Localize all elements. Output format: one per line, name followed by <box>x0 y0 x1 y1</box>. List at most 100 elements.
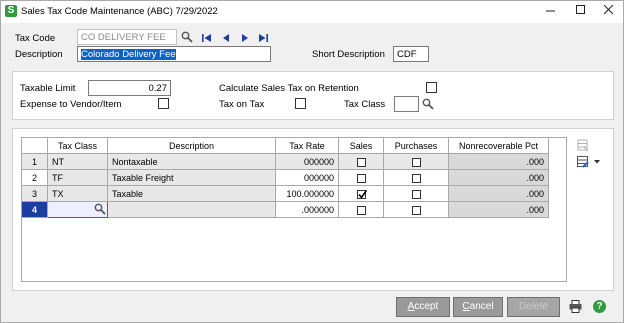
tax-on-tax-checkbox[interactable] <box>295 98 306 109</box>
delete-button[interactable]: Delete <box>507 297 560 317</box>
table-row[interactable]: 2 TF Taxable Freight 000000 .000 <box>21 169 549 186</box>
maximize-button[interactable] <box>567 3 595 21</box>
purchases-cell[interactable] <box>383 153 449 170</box>
expense-to-vendor-label: Expense to Vendor/Item <box>20 99 122 110</box>
row-number[interactable]: 4 <box>21 201 48 218</box>
description-cell[interactable]: Taxable <box>107 185 276 202</box>
previous-record-icon <box>223 34 229 42</box>
tax-rate-cell[interactable]: .000000 <box>275 201 339 218</box>
help-icon[interactable]: ? <box>593 300 606 313</box>
grid-header-tax-class[interactable]: Tax Class <box>47 137 108 154</box>
grid-header-nonrecoverable[interactable]: Nonrecoverable Pct <box>448 137 549 154</box>
grid-settings-button[interactable] <box>577 156 601 171</box>
tax-class-label: Tax Class <box>344 99 386 110</box>
sales-cell[interactable] <box>338 169 384 186</box>
tax-class-field[interactable] <box>394 96 419 112</box>
tax-class-cell[interactable]: TF <box>47 169 108 186</box>
sales-checkbox[interactable] <box>356 173 366 183</box>
grid-header-rownum <box>21 137 48 154</box>
grid-header-description[interactable]: Description <box>107 137 276 154</box>
grid-header-sales[interactable]: Sales <box>338 137 384 154</box>
first-record-icon <box>202 34 211 42</box>
tax-class-cell-lookup-button[interactable] <box>94 203 106 217</box>
description-cell[interactable]: Nontaxable <box>107 153 276 170</box>
maximize-icon <box>576 5 585 14</box>
description-cell[interactable]: Taxable Freight <box>107 169 276 186</box>
tax-class-cell[interactable]: NT <box>47 153 108 170</box>
row-number[interactable]: 3 <box>21 185 48 202</box>
tax-class-cell[interactable] <box>47 201 108 218</box>
description-cell[interactable] <box>107 201 276 218</box>
nonrecoverable-cell: .000 <box>448 185 549 202</box>
grid-header-purchases[interactable]: Purchases <box>383 137 449 154</box>
grid-settings-icon <box>577 156 600 168</box>
purchases-cell[interactable] <box>383 169 449 186</box>
tax-code-field[interactable]: CO DELIVERY FEE <box>77 29 177 45</box>
nonrecoverable-cell: .000 <box>448 201 549 218</box>
sales-checkbox[interactable] <box>356 205 366 215</box>
accept-rest: ccept <box>414 301 439 312</box>
next-record-icon <box>242 34 248 42</box>
close-icon <box>603 4 614 15</box>
print-button[interactable] <box>569 300 583 316</box>
tax-class-grid: Tax Class Description Tax Rate Sales Pur… <box>21 137 549 218</box>
cancel-button[interactable]: Cancel <box>453 297 503 317</box>
tax-rate-cell[interactable]: 100.000000 <box>275 185 339 202</box>
sales-cell[interactable] <box>338 185 384 202</box>
description-value: Colorado Delivery Fee <box>81 49 176 60</box>
taxable-limit-field[interactable]: 0.27 <box>88 80 171 96</box>
table-row[interactable]: 1 NT Nontaxable 000000 .000 <box>21 153 549 170</box>
expense-to-vendor-checkbox[interactable] <box>158 98 169 109</box>
next-record-button[interactable] <box>239 32 251 44</box>
calc-retention-label: Calculate Sales Tax on Retention <box>219 83 359 94</box>
table-row[interactable]: 3 TX Taxable 100.000000 .000 <box>21 185 549 202</box>
accept-button[interactable]: Accept <box>396 297 450 317</box>
short-description-field[interactable]: CDF <box>393 46 429 62</box>
purchases-checkbox[interactable] <box>411 173 421 183</box>
tax-code-lookup-button[interactable] <box>181 31 193 46</box>
sales-cell[interactable] <box>338 153 384 170</box>
window-title: Sales Tax Code Maintenance (ABC) 7/29/20… <box>21 6 218 17</box>
sales-checkbox[interactable] <box>356 189 367 199</box>
purchases-cell[interactable] <box>383 185 449 202</box>
nonrecoverable-cell: .000 <box>448 169 549 186</box>
description-field[interactable]: Colorado Delivery Fee <box>77 46 271 62</box>
minimize-icon <box>546 10 555 12</box>
tax-rate-cell[interactable]: 000000 <box>275 169 339 186</box>
grid-header-row: Tax Class Description Tax Rate Sales Pur… <box>21 137 549 154</box>
tax-on-tax-label: Tax on Tax <box>219 99 265 110</box>
tax-rate-cell[interactable]: 000000 <box>275 153 339 170</box>
tax-class-cell[interactable]: TX <box>47 185 108 202</box>
tax-code-label: Tax Code <box>15 33 56 44</box>
cancel-hotkey: C <box>462 301 470 312</box>
checkmark-icon <box>357 189 367 199</box>
purchases-checkbox[interactable] <box>411 157 421 167</box>
first-record-button[interactable] <box>201 32 213 44</box>
printer-icon <box>569 300 582 313</box>
purchases-checkbox[interactable] <box>411 189 421 199</box>
purchases-cell[interactable] <box>383 201 449 218</box>
row-number[interactable]: 1 <box>21 153 48 170</box>
close-button[interactable] <box>595 3 623 21</box>
grid-header-tax-rate[interactable]: Tax Rate <box>275 137 339 154</box>
row-number[interactable]: 2 <box>21 169 48 186</box>
previous-record-button[interactable] <box>220 32 232 44</box>
last-record-button[interactable] <box>257 32 269 44</box>
search-icon <box>181 31 193 43</box>
minimize-button[interactable] <box>537 3 565 21</box>
table-row[interactable]: 4 .000000 .000 <box>21 201 549 218</box>
sales-checkbox[interactable] <box>356 157 366 167</box>
sales-tax-code-window: S Sales Tax Code Maintenance (ABC) 7/29/… <box>0 0 624 323</box>
search-icon <box>422 98 434 110</box>
cancel-rest: ancel <box>469 301 494 312</box>
sales-cell[interactable] <box>338 201 384 218</box>
tax-class-lookup-button[interactable] <box>422 98 434 113</box>
purchases-checkbox[interactable] <box>411 205 421 215</box>
delete-row-button[interactable] <box>577 139 589 155</box>
calc-retention-checkbox[interactable] <box>426 82 437 93</box>
nonrecoverable-cell: .000 <box>448 153 549 170</box>
app-icon: S <box>5 5 17 17</box>
last-record-icon <box>259 34 268 42</box>
title-bar: S Sales Tax Code Maintenance (ABC) 7/29/… <box>1 1 623 23</box>
delete-row-icon <box>577 139 589 152</box>
